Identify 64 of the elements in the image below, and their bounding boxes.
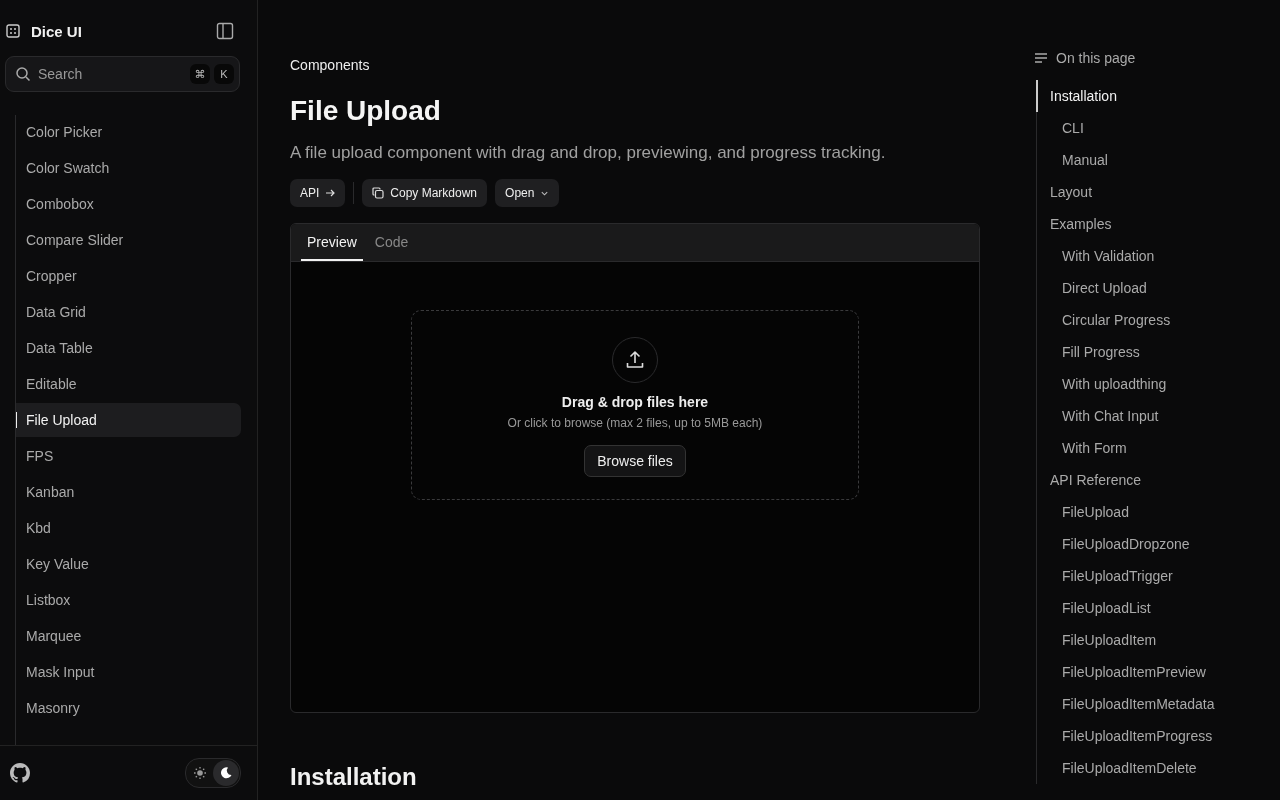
page-description: A file upload component with drag and drop, previewing, and progress tracking. bbox=[290, 143, 887, 163]
toc-link[interactable]: Fill Progress bbox=[1036, 336, 1280, 368]
toc-link[interactable]: Installation bbox=[1036, 80, 1280, 112]
sidebar-item[interactable]: Listbox bbox=[16, 583, 241, 617]
toc-link[interactable]: Examples bbox=[1036, 208, 1280, 240]
browse-files-button[interactable]: Browse files bbox=[584, 445, 686, 477]
toc-title: On this page bbox=[1056, 50, 1136, 66]
toc-link[interactable]: With Chat Input bbox=[1036, 400, 1280, 432]
sidebar-item[interactable]: Editable bbox=[16, 367, 241, 401]
open-button[interactable]: Open bbox=[495, 179, 560, 207]
github-icon[interactable] bbox=[10, 763, 30, 783]
shortcut-key: K bbox=[214, 64, 234, 84]
sidebar-item[interactable]: Key Value bbox=[16, 547, 241, 581]
toc-link[interactable]: FileUploadItemMetadata bbox=[1036, 688, 1280, 720]
toc-link[interactable]: FileUploadList bbox=[1036, 592, 1280, 624]
sidebar-item[interactable]: Kbd bbox=[16, 511, 241, 545]
sidebar-item[interactable]: FPS bbox=[16, 439, 241, 473]
toc-link[interactable]: FileUploadItemDelete bbox=[1036, 752, 1280, 784]
section-heading: Installation bbox=[290, 763, 418, 791]
brand-name[interactable]: Dice UI bbox=[31, 22, 82, 40]
sidebar-toggle-icon[interactable] bbox=[216, 22, 234, 40]
sidebar-item[interactable]: Cropper bbox=[16, 259, 241, 293]
shortcut-key: ⌘ bbox=[190, 64, 210, 84]
toc-link[interactable]: With Form bbox=[1036, 432, 1280, 464]
sidebar-item[interactable]: Compare Slider bbox=[16, 223, 241, 257]
sidebar-item[interactable]: File Upload bbox=[16, 403, 241, 437]
tab[interactable]: Code bbox=[368, 224, 415, 261]
sidebar-item[interactable]: Combobox bbox=[16, 187, 241, 221]
sidebar-item[interactable]: Mask Input bbox=[16, 655, 241, 689]
dropzone-hint: Or click to browse (max 2 files, up to 5MB each) bbox=[507, 416, 763, 430]
copy-icon bbox=[372, 187, 385, 199]
toc-link[interactable]: CLI bbox=[1036, 112, 1280, 144]
dice-icon bbox=[6, 24, 20, 38]
toc-link[interactable]: FileUploadItemPreview bbox=[1036, 656, 1280, 688]
theme-switch[interactable] bbox=[185, 758, 241, 788]
toc-link[interactable]: With uploadthing bbox=[1036, 368, 1280, 400]
api-button[interactable]: API bbox=[290, 179, 346, 207]
toc-link[interactable]: FileUploadItem bbox=[1036, 624, 1280, 656]
dropzone-title: Drag & drop files here bbox=[561, 394, 709, 410]
toc-link[interactable]: With Validation bbox=[1036, 240, 1280, 272]
page-title: File Upload bbox=[290, 95, 442, 127]
toc-link[interactable]: API Reference bbox=[1036, 464, 1280, 496]
toc-link[interactable]: FileUpload bbox=[1036, 496, 1280, 528]
sidebar-item[interactable]: Masonry bbox=[16, 691, 241, 725]
toc-link[interactable]: Direct Upload bbox=[1036, 272, 1280, 304]
sidebar-item[interactable]: Kanban bbox=[16, 475, 241, 509]
moon-icon[interactable] bbox=[213, 760, 239, 786]
copy-markdown-button[interactable]: Copy Markdown bbox=[362, 179, 488, 207]
sidebar-item[interactable]: Data Table bbox=[16, 331, 241, 365]
toc-link[interactable]: FileUploadTrigger bbox=[1036, 560, 1280, 592]
dropzone[interactable]: Drag & drop files here Or click to browse (max 2 files, up to 5MB each) Browse files bbox=[411, 310, 859, 500]
toc-link[interactable]: Layout bbox=[1036, 176, 1280, 208]
toc-link[interactable]: FileUploadItemProgress bbox=[1036, 720, 1280, 752]
toc-link[interactable]: FileUploadDropzone bbox=[1036, 528, 1280, 560]
list-icon bbox=[1034, 52, 1048, 64]
toc-link[interactable]: Circular Progress bbox=[1036, 304, 1280, 336]
toc-link[interactable]: Manual bbox=[1036, 144, 1280, 176]
breadcrumb[interactable]: Components bbox=[290, 57, 980, 73]
tab[interactable]: Preview bbox=[301, 224, 363, 261]
sidebar-item[interactable]: Data Grid bbox=[16, 295, 241, 329]
sidebar-item[interactable]: Color Swatch bbox=[16, 151, 241, 185]
arrow-right-icon bbox=[325, 188, 336, 198]
sidebar-item[interactable]: Color Picker bbox=[16, 115, 241, 149]
sidebar-item[interactable]: Marquee bbox=[16, 619, 241, 653]
